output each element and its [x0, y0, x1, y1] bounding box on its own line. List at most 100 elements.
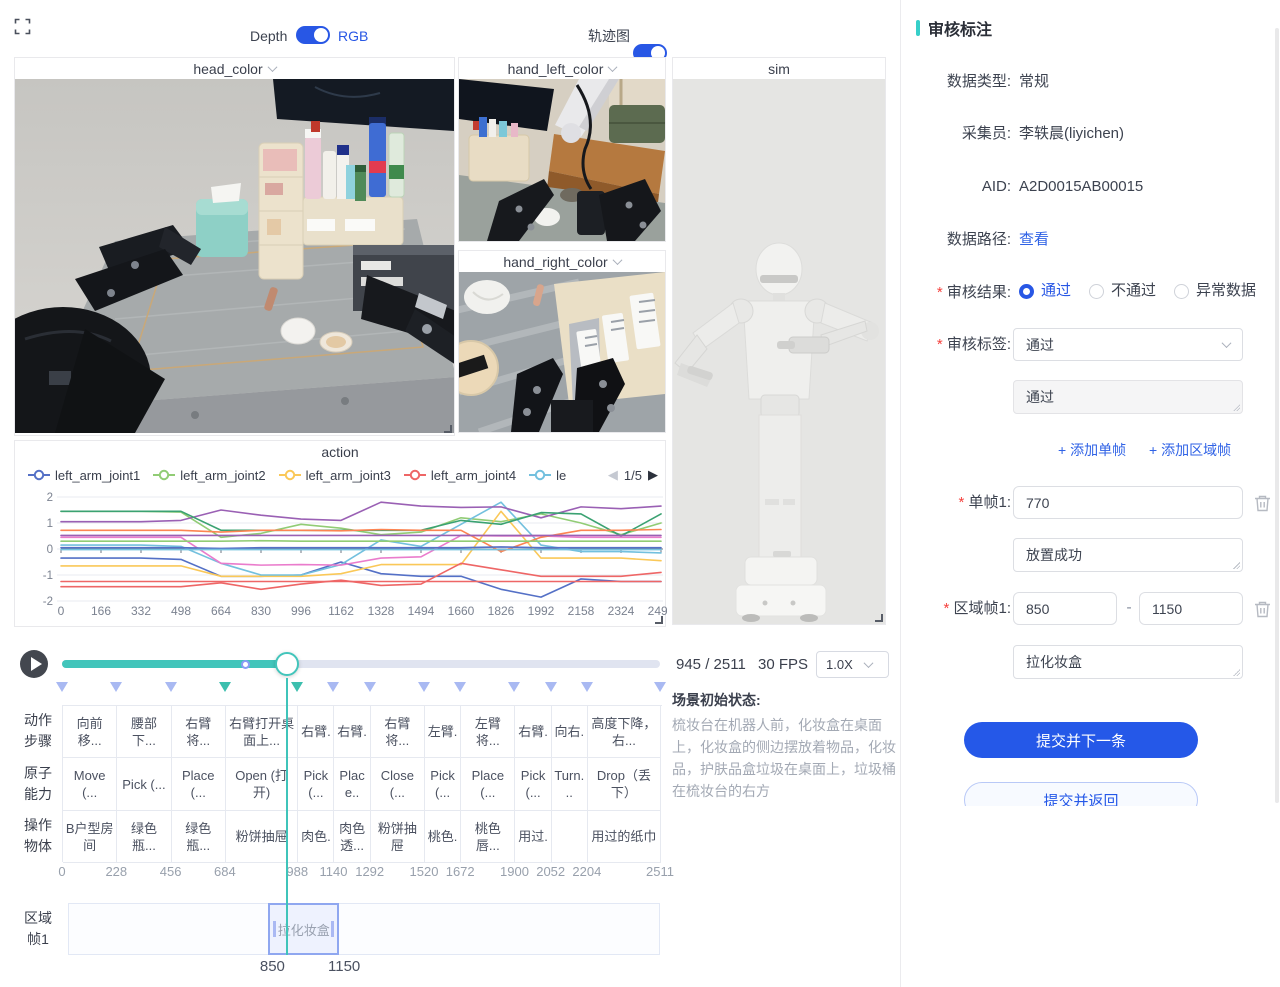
- svg-text:166: 166: [91, 604, 111, 618]
- legend-item[interactable]: left_arm_joint4: [404, 468, 516, 483]
- hand-left-camera-title[interactable]: hand_left_color: [459, 58, 665, 79]
- table-cell-step[interactable]: 右臂将...: [371, 706, 425, 758]
- table-cell-ability[interactable]: Place (...: [172, 758, 226, 811]
- table-cell-step[interactable]: 右臂.: [334, 706, 370, 758]
- frame-axis-tick: 1672: [446, 864, 475, 879]
- table-cell-step[interactable]: 左臂.: [425, 706, 461, 758]
- step-marker[interactable]: [364, 682, 376, 692]
- step-marker[interactable]: [165, 682, 177, 692]
- table-cell-object[interactable]: 用过的纸巾: [588, 811, 661, 863]
- table-cell-step[interactable]: 右臂.: [298, 706, 334, 758]
- add-region-frame-link[interactable]: + 添加区域帧: [1149, 440, 1231, 460]
- submit-back-button[interactable]: 提交并返回: [964, 782, 1198, 806]
- table-cell-ability[interactable]: Turn...: [552, 758, 588, 811]
- radio-dot: [1089, 284, 1104, 299]
- single-frame-input[interactable]: 770: [1013, 486, 1243, 519]
- region-segment[interactable]: 拉化妆盒: [268, 903, 339, 955]
- action-chart[interactable]: 210-1-2016633249866483099611621328149416…: [15, 487, 667, 626]
- delete-region-frame-icon[interactable]: [1254, 600, 1271, 618]
- radio-fail[interactable]: 不通过: [1089, 281, 1156, 301]
- hand-right-camera-title[interactable]: hand_right_color: [459, 251, 665, 272]
- legend-next-icon[interactable]: ▶: [648, 467, 658, 483]
- legend-item[interactable]: left_arm_joint1: [28, 468, 140, 483]
- table-cell-ability[interactable]: Drop（丢下）: [588, 758, 661, 811]
- resize-grip-icon[interactable]: [1233, 404, 1240, 411]
- speed-select[interactable]: 1.0X: [816, 651, 889, 678]
- region-left-handle[interactable]: [273, 921, 276, 937]
- timeline-slider[interactable]: [62, 660, 660, 668]
- step-marker[interactable]: [654, 682, 666, 692]
- resize-handle-icon[interactable]: [444, 425, 452, 433]
- play-button[interactable]: [20, 650, 48, 678]
- legend-item[interactable]: left_arm_joint2: [153, 468, 265, 483]
- single-frame-note-textarea[interactable]: 放置成功: [1013, 538, 1243, 572]
- step-marker[interactable]: [327, 682, 339, 692]
- tag-note-textarea[interactable]: 通过: [1013, 380, 1243, 414]
- table-cell-step[interactable]: 高度下降，右...: [588, 706, 661, 758]
- resize-grip-icon[interactable]: [1233, 562, 1240, 569]
- step-marker[interactable]: [454, 682, 466, 692]
- fullscreen-icon[interactable]: [14, 18, 31, 35]
- panel-scrollbar[interactable]: [1275, 28, 1279, 803]
- region-track[interactable]: 拉化妆盒: [68, 903, 660, 955]
- legend-prev-icon[interactable]: ◀: [608, 467, 618, 483]
- table-cell-step[interactable]: 右臂将...: [172, 706, 226, 758]
- region-end-input[interactable]: 1150: [1139, 592, 1243, 625]
- table-cell-object[interactable]: 粉饼抽屉: [371, 811, 425, 863]
- step-marker[interactable]: [291, 682, 303, 692]
- resize-handle-icon[interactable]: [655, 616, 663, 624]
- step-marker[interactable]: [110, 682, 122, 692]
- table-cell-object[interactable]: 桃色唇...: [461, 811, 515, 863]
- add-single-frame-link[interactable]: + 添加单帧: [1058, 440, 1126, 460]
- table-cell-object[interactable]: [552, 811, 588, 863]
- hand-right-camera-image: [459, 272, 665, 432]
- region-start-input[interactable]: 850: [1013, 592, 1117, 625]
- legend-item[interactable]: left_arm_joint3: [279, 468, 391, 483]
- table-cell-ability[interactable]: Close (...: [371, 758, 425, 811]
- sim-title: sim: [673, 58, 885, 79]
- tag-select[interactable]: 通过: [1013, 328, 1243, 361]
- legend-item[interactable]: le: [529, 468, 566, 483]
- step-marker[interactable]: [418, 682, 430, 692]
- review-title: 审核标注: [928, 16, 992, 40]
- table-cell-step[interactable]: 右臂.: [515, 706, 551, 758]
- table-cell-ability[interactable]: Pick (...: [515, 758, 551, 811]
- table-cell-object[interactable]: 用过.: [515, 811, 551, 863]
- table-cell-object[interactable]: B户型房间: [63, 811, 117, 863]
- tag-note-text: 通过: [1026, 389, 1054, 405]
- region-note-textarea[interactable]: 拉化妆盒: [1013, 645, 1243, 679]
- table-cell-step[interactable]: 腰部下...: [117, 706, 171, 758]
- resize-handle-icon[interactable]: [875, 614, 883, 622]
- table-cell-ability[interactable]: Pick (...: [298, 758, 334, 811]
- table-cell-ability[interactable]: Pick (...: [117, 758, 171, 811]
- head-camera-title[interactable]: head_color: [15, 58, 454, 79]
- chart-line-left_arm_joint1: [61, 558, 661, 597]
- table-cell-object[interactable]: 肉色.: [298, 811, 334, 863]
- resize-grip-icon[interactable]: [1233, 669, 1240, 676]
- table-cell-object[interactable]: 肉色透...: [334, 811, 370, 863]
- radio-abnormal[interactable]: 异常数据: [1174, 281, 1256, 301]
- depth-rgb-toggle[interactable]: [296, 26, 330, 44]
- step-marker[interactable]: [581, 682, 593, 692]
- radio-pass[interactable]: 通过: [1019, 281, 1071, 301]
- delete-single-frame-icon[interactable]: [1254, 494, 1271, 512]
- table-cell-ability[interactable]: Move (...: [63, 758, 117, 811]
- step-marker[interactable]: [545, 682, 557, 692]
- table-cell-step[interactable]: 左臂将...: [461, 706, 515, 758]
- region-right-handle[interactable]: [331, 921, 334, 937]
- timeline-handle[interactable]: [275, 652, 299, 676]
- step-marker[interactable]: [56, 682, 68, 692]
- table-cell-step[interactable]: 向右.: [552, 706, 588, 758]
- table-cell-ability[interactable]: Place..: [334, 758, 370, 811]
- table-cell-object[interactable]: 绿色瓶...: [117, 811, 171, 863]
- table-cell-ability[interactable]: Pick (...: [425, 758, 461, 811]
- table-cell-ability[interactable]: Place (...: [461, 758, 515, 811]
- svg-text:1660: 1660: [448, 604, 475, 618]
- table-cell-step[interactable]: 向前移...: [63, 706, 117, 758]
- submit-next-button[interactable]: 提交并下一条: [964, 722, 1198, 758]
- step-marker[interactable]: [508, 682, 520, 692]
- table-cell-object[interactable]: 桃色.: [425, 811, 461, 863]
- data-path-link[interactable]: 查看: [1019, 230, 1049, 250]
- table-cell-object[interactable]: 绿色瓶...: [172, 811, 226, 863]
- step-marker[interactable]: [219, 682, 231, 692]
